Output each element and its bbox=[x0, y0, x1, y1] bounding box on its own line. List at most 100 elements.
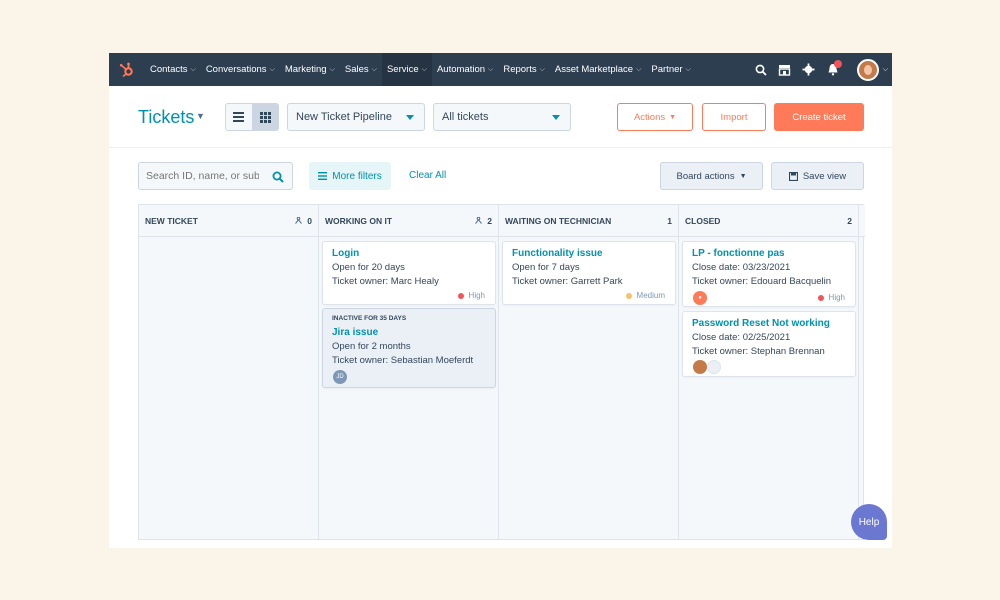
grid-icon bbox=[259, 111, 271, 123]
chevron-down-icon: ⌵ bbox=[190, 65, 196, 73]
count-value: 2 bbox=[847, 215, 852, 226]
ticket-owner: Ticket owner: Stephan Brennan bbox=[692, 346, 825, 357]
owner-avatar: JD bbox=[333, 370, 347, 384]
column-header: NEW TICKET 0 bbox=[139, 205, 318, 237]
priority-dot bbox=[457, 292, 464, 299]
ticket-close-date: Close date: 03/23/2021 bbox=[692, 262, 791, 273]
help-button[interactable]: Help bbox=[851, 504, 887, 540]
ticket-card[interactable]: Functionality issue Open for 7 days Tick… bbox=[502, 241, 676, 305]
marketplace-icon[interactable] bbox=[773, 53, 797, 86]
ticket-title[interactable]: Password Reset Not working bbox=[692, 318, 846, 329]
board-actions-label: Board actions bbox=[676, 170, 735, 182]
nav-item-reports[interactable]: Reports ⌵ bbox=[498, 53, 550, 86]
caret-down-icon bbox=[552, 115, 560, 120]
nav-item-automation[interactable]: Automation ⌵ bbox=[432, 53, 498, 86]
nav-item-asset-marketplace[interactable]: Asset Marketplace ⌵ bbox=[550, 53, 646, 86]
search-icon[interactable] bbox=[272, 170, 284, 188]
board-actions-button[interactable]: Board actions ▼ bbox=[660, 162, 763, 190]
create-ticket-button[interactable]: Create ticket bbox=[774, 103, 864, 131]
notification-bell-icon[interactable] bbox=[821, 53, 845, 86]
ticket-age: Open for 7 days bbox=[512, 262, 580, 273]
nav-item-service[interactable]: Service ⌵ bbox=[381, 53, 432, 86]
chevron-down-icon: ⌵ bbox=[421, 65, 427, 73]
gear-icon[interactable] bbox=[797, 53, 821, 86]
column-count: 2 bbox=[847, 216, 852, 226]
hubspot-app: Contacts ⌵ Conversations ⌵ Marketing ⌵ Sale… bbox=[109, 53, 892, 548]
priority-indicator: Medium bbox=[625, 291, 665, 300]
ticket-title[interactable]: Login bbox=[332, 248, 486, 259]
chevron-down-icon: ⌵ bbox=[329, 65, 335, 73]
column-count: 1 bbox=[667, 216, 672, 226]
nav-label: Service bbox=[386, 64, 419, 75]
nav-label: Partner bbox=[651, 64, 683, 75]
filter-icon bbox=[318, 172, 328, 180]
save-view-button[interactable]: Save view bbox=[771, 162, 864, 190]
column-count: 2 bbox=[474, 216, 492, 226]
ticket-age: Open for 2 months bbox=[332, 341, 411, 352]
caret-down-icon: ▼ bbox=[669, 113, 677, 121]
ticket-card[interactable]: Password Reset Not working Close date: 0… bbox=[682, 311, 856, 377]
list-view-button[interactable] bbox=[226, 104, 252, 130]
nav-item-partner[interactable]: Partner ⌵ bbox=[646, 53, 695, 86]
ticket-owner: Ticket owner: Garrett Park bbox=[512, 276, 623, 287]
page-title[interactable]: Tickets bbox=[138, 107, 194, 128]
chevron-down-icon: ⌵ bbox=[488, 65, 494, 73]
user-avatar[interactable] bbox=[856, 58, 879, 81]
workload-icon bbox=[475, 216, 483, 224]
column-title: NEW TICKET bbox=[145, 215, 198, 226]
top-navigation: Contacts ⌵ Conversations ⌵ Marketing ⌵ Sale… bbox=[109, 53, 892, 86]
chevron-down-icon: ⌵ bbox=[371, 65, 377, 73]
pipeline-select-value: New Ticket Pipeline bbox=[296, 111, 392, 123]
ticket-card[interactable]: LP - fonctionne pas Close date: 03/23/20… bbox=[682, 241, 856, 307]
hubspot-logo-icon[interactable] bbox=[109, 53, 145, 86]
caret-down-icon bbox=[406, 115, 414, 120]
column-header bbox=[859, 205, 865, 237]
caret-down-icon: ▼ bbox=[739, 172, 747, 180]
save-icon bbox=[788, 171, 798, 181]
filter-bar: More filters Clear All Board actions ▼ Sa… bbox=[109, 162, 892, 190]
caret-down-icon[interactable]: ▼ bbox=[196, 111, 205, 121]
column-header: WORKING ON IT 2 bbox=[319, 205, 498, 237]
ticket-card[interactable]: Login Open for 20 days Ticket owner: Mar… bbox=[322, 241, 496, 305]
count-value: 0 bbox=[307, 215, 312, 226]
ticket-title[interactable]: LP - fonctionne pas bbox=[692, 248, 846, 259]
clear-all-link[interactable]: Clear All bbox=[409, 170, 446, 181]
chevron-down-icon[interactable]: ⌵ bbox=[883, 66, 888, 74]
create-ticket-label: Create ticket bbox=[792, 111, 846, 123]
search-input[interactable] bbox=[139, 163, 259, 189]
chevron-down-icon: ⌵ bbox=[685, 65, 691, 73]
ticket-card[interactable]: INACTIVE FOR 35 DAYS Jira issue Open for… bbox=[322, 308, 496, 388]
nav-item-contacts[interactable]: Contacts ⌵ bbox=[145, 53, 201, 86]
import-button[interactable]: Import bbox=[702, 103, 766, 131]
nav-label: Conversations bbox=[205, 64, 267, 75]
nav-label: Reports bbox=[503, 64, 537, 75]
save-view-label: Save view bbox=[802, 170, 847, 182]
count-value: 2 bbox=[487, 215, 492, 226]
view-toggle bbox=[225, 103, 279, 131]
ticket-close-date: Close date: 02/25/2021 bbox=[692, 332, 791, 343]
nav-item-conversations[interactable]: Conversations ⌵ bbox=[201, 53, 280, 86]
view-select-value: All tickets bbox=[442, 111, 489, 123]
more-filters-button[interactable]: More filters bbox=[309, 162, 391, 190]
priority-indicator: High bbox=[457, 291, 485, 300]
actions-button[interactable]: Actions ▼ bbox=[617, 103, 693, 131]
nav-item-sales[interactable]: Sales ⌵ bbox=[340, 53, 382, 86]
workload-icon bbox=[295, 216, 303, 224]
priority-dot bbox=[817, 294, 824, 301]
more-filters-label: More filters bbox=[332, 170, 382, 182]
nav-label: Marketing bbox=[284, 64, 327, 75]
pipeline-select[interactable]: New Ticket Pipeline bbox=[287, 103, 425, 131]
nav-label: Asset Marketplace bbox=[554, 64, 634, 75]
view-select[interactable]: All tickets bbox=[433, 103, 571, 131]
nav-utilities: ⌵ bbox=[749, 53, 892, 86]
ticket-owner: Ticket owner: Marc Healy bbox=[332, 276, 439, 287]
owner-avatar bbox=[707, 360, 721, 374]
ticket-title[interactable]: Jira issue bbox=[332, 327, 486, 338]
priority-dot bbox=[625, 292, 632, 299]
ticket-title[interactable]: Functionality issue bbox=[512, 248, 666, 259]
board-column-new-ticket: NEW TICKET 0 bbox=[139, 205, 319, 539]
nav-item-marketing[interactable]: Marketing ⌵ bbox=[280, 53, 340, 86]
owner-avatar bbox=[693, 360, 707, 374]
board-view-button[interactable] bbox=[251, 104, 278, 130]
search-icon[interactable] bbox=[749, 53, 773, 86]
